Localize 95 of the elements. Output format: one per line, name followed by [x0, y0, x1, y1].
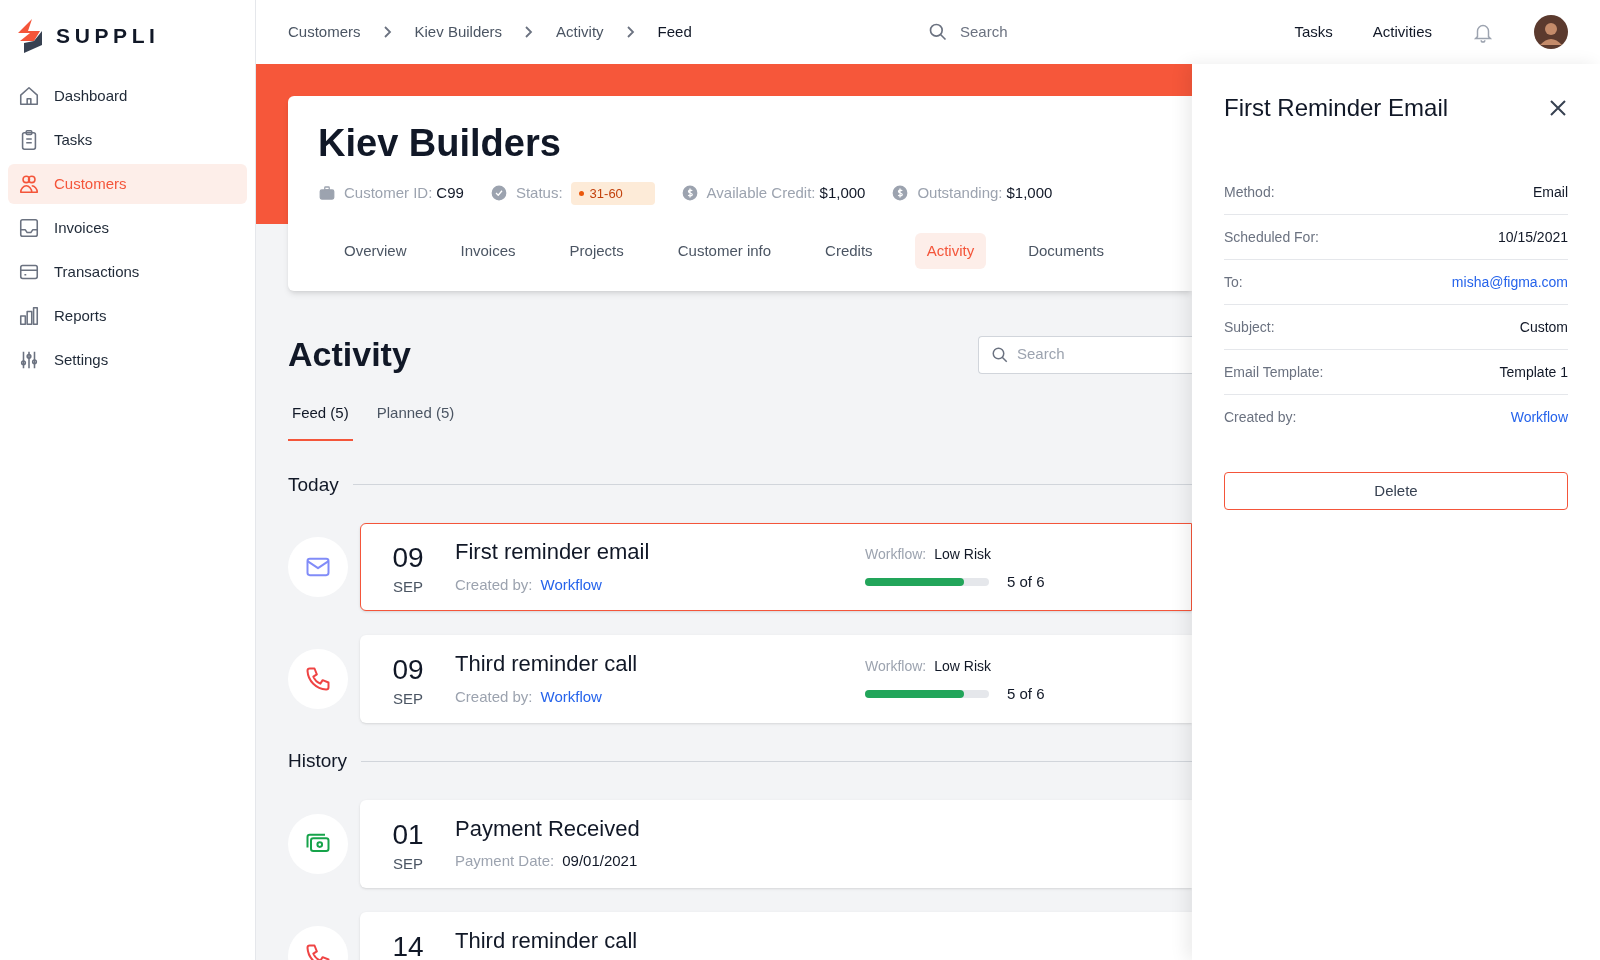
date-month: SEP [393, 853, 423, 874]
progress-count: 5 of 6 [1007, 572, 1045, 592]
breadcrumb-link[interactable]: Activity [556, 20, 604, 44]
customer-tab[interactable]: Overview [332, 233, 419, 269]
user-avatar[interactable] [1534, 15, 1568, 49]
dollar-icon [680, 184, 699, 203]
field-value: Email [1533, 182, 1568, 202]
date-month: SEP [393, 689, 423, 709]
dollar-icon [891, 184, 910, 203]
meta-label: Outstanding: [917, 183, 1003, 203]
check-badge-icon [489, 184, 508, 203]
customer-tab[interactable]: Credits [813, 233, 885, 269]
chevron-icon [382, 25, 393, 39]
meta-label: Available Credit: [706, 183, 816, 203]
breadcrumb-link[interactable]: Kiev Builders [414, 20, 503, 44]
field-label: Method: [1224, 182, 1275, 202]
detail-label: Created by: [455, 574, 533, 595]
inbox-icon [18, 217, 40, 239]
group-heading: History [288, 749, 348, 773]
meta-value: $1,000 [1006, 183, 1053, 203]
home-icon [18, 85, 40, 107]
date-month: SEP [393, 577, 423, 597]
close-icon[interactable] [1548, 98, 1568, 118]
field-label: Subject: [1224, 317, 1275, 337]
customer-tab[interactable]: Projects [557, 233, 636, 269]
header-link[interactable]: Activities [1372, 20, 1432, 44]
sidebar-item[interactable]: Settings [8, 340, 247, 380]
progress-count: 5 of 6 [1007, 684, 1045, 704]
chevron-icon [524, 25, 535, 39]
detail-link[interactable]: Workflow [540, 685, 602, 708]
panel-title: First Reminder Email [1224, 93, 1449, 123]
breadcrumb-link[interactable]: Feed [657, 20, 692, 44]
activity-card[interactable]: 01 SEP Payment Received Payment Date: 09/01/2021 [360, 799, 1192, 888]
date-day: 09 [392, 656, 424, 684]
sidebar-item[interactable]: Dashboard [8, 76, 247, 116]
search-input[interactable]: Search [1017, 343, 1180, 366]
activity-card[interactable]: 09 SEP First reminder email Created by: Workflow Workflow: Low Risk 5 of 6 [360, 523, 1192, 611]
meta-label: Status: [515, 183, 563, 203]
detail-value: 09/01/2021 [562, 851, 638, 871]
field-value: 10/15/2021 [1497, 227, 1568, 247]
sidebar-item[interactable]: Reports [8, 296, 247, 336]
search-icon [928, 22, 948, 42]
phone-icon [304, 665, 332, 693]
sliders-icon [18, 349, 40, 371]
activity-title: Payment Received [455, 814, 641, 842]
breadcrumb-link[interactable]: Customers [288, 20, 361, 44]
sidebar-item[interactable]: Tasks [8, 120, 247, 160]
field-label: Scheduled For: [1224, 227, 1319, 247]
workflow-label: Workflow: [865, 657, 927, 676]
header-link[interactable]: Tasks [1294, 20, 1333, 44]
field-link[interactable]: misha@figma.com [1451, 271, 1568, 293]
workflow-label: Workflow: [865, 545, 927, 564]
detail-label: Created by: [455, 686, 533, 707]
status-badge: 31-60 [570, 181, 655, 205]
chevron-icon [625, 25, 636, 39]
meta-value: C99 [436, 183, 464, 203]
date-day: 09 [392, 544, 424, 572]
workflow-value: Low Risk [934, 545, 991, 564]
brand-name: SUPPLI [56, 23, 160, 50]
feed-filter-tab[interactable]: Planned (5) [372, 402, 459, 441]
workflow-value: Low Risk [934, 657, 991, 676]
users-icon [18, 173, 40, 195]
header-search[interactable]: Search [928, 20, 1008, 44]
detail-label: Payment Date: [455, 851, 555, 871]
detail-link[interactable]: Workflow [540, 573, 602, 596]
section-title: Activity [288, 334, 411, 375]
sidebar-item[interactable]: Transactions [8, 252, 247, 292]
logo-icon [16, 19, 44, 53]
meta-label: Customer ID: [344, 183, 433, 203]
field-value: Template 1 [1499, 362, 1568, 382]
delete-button[interactable]: Delete [1224, 472, 1568, 510]
activity-card[interactable]: 09 SEP Third reminder call Created by: Workflow Workflow: Low Risk 5 of 6 [360, 635, 1192, 723]
field-label: Email Template: [1224, 362, 1324, 382]
search-field[interactable]: Search [978, 335, 1192, 374]
field-value: Custom [1519, 317, 1568, 337]
sidebar-item[interactable]: Invoices [8, 208, 247, 248]
meta-value: $1,000 [819, 183, 866, 203]
field-link[interactable]: Workflow [1510, 407, 1568, 428]
customer-tab[interactable]: Invoices [448, 233, 528, 269]
group-heading: Today [288, 472, 339, 497]
customer-name: Kiev Builders [318, 121, 562, 166]
field-label: To: [1224, 272, 1243, 292]
activity-title: First reminder email [455, 538, 651, 566]
activity-card[interactable]: 14 Third reminder call [360, 911, 1192, 960]
customer-tab[interactable]: Customer info [665, 233, 784, 269]
customer-tab[interactable]: Documents [1016, 233, 1116, 269]
date-day: 14 [392, 932, 424, 960]
activity-title: Third reminder call [455, 926, 639, 954]
search-icon [991, 345, 1009, 364]
briefcase-icon [318, 184, 336, 203]
activity-title: Third reminder call [455, 650, 639, 678]
field-label: Created by: [1224, 408, 1297, 427]
feed-filter-tab[interactable]: Feed (5) [288, 402, 353, 441]
date-day: 01 [392, 820, 424, 849]
bar-chart-icon [18, 305, 40, 327]
